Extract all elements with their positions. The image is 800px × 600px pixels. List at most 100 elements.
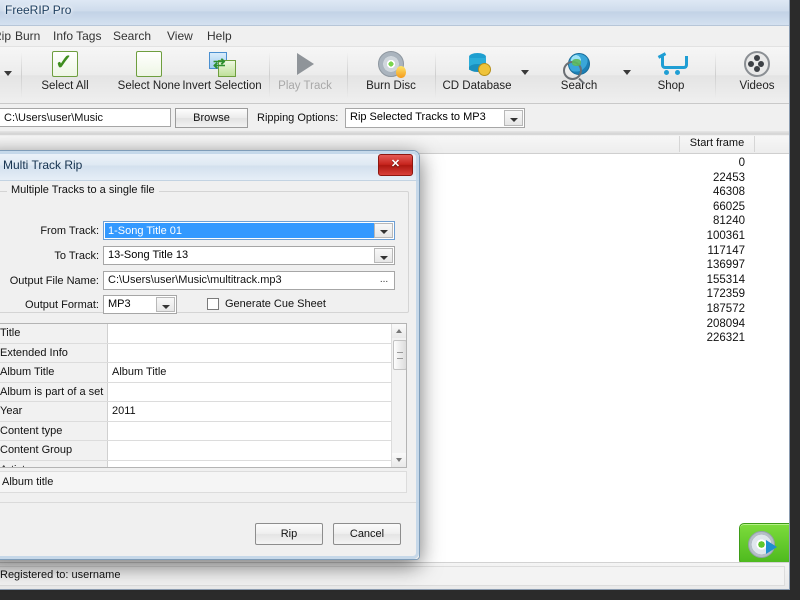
table-row[interactable]: Title (0, 324, 406, 344)
metadata-grid[interactable]: Title Extended Info Album Title Album Ti… (0, 323, 407, 468)
toolbar-button-invert-selection[interactable]: ⇄ Invert Selection (177, 49, 267, 92)
output-file-name-input[interactable]: C:\Users\user\Music\multitrack.mp3 ... (103, 271, 395, 290)
toolbar-label-play-track: Play Track (278, 80, 332, 92)
metadata-field-value[interactable] (108, 441, 392, 460)
metadata-field-name: Album is part of a set (0, 382, 108, 401)
metadata-field-value[interactable]: 2011 (108, 402, 392, 421)
toolbar-button-search[interactable]: Search (537, 49, 621, 92)
ripping-options-select[interactable]: Rip Selected Tracks to MP3 (345, 108, 525, 128)
start-frame-cell: 136997 (706, 259, 745, 272)
to-track-select[interactable]: 13-Song Title 13 (103, 246, 395, 265)
toolbar-button-cd-database[interactable]: CD Database (435, 49, 519, 92)
toolbar-overflow-chevron-down-icon[interactable] (4, 71, 12, 76)
start-frame-cell: 22453 (713, 171, 745, 184)
menu-item-rip[interactable]: Rip (0, 29, 11, 43)
from-track-label: From Track: (40, 225, 99, 237)
metadata-field-name: Content Group (0, 441, 108, 460)
close-icon[interactable]: ✕ (378, 154, 413, 176)
menu-item-view[interactable]: View (167, 29, 193, 43)
output-file-name-label: Output File Name: (9, 275, 99, 287)
toolbar-label-cd-database: CD Database (442, 80, 512, 92)
titlebar: FreeRIP Pro (0, 0, 789, 26)
screenshot-root: The Rock - FreeRIP Pro FreeRIP Pro Rip B… (0, 0, 800, 600)
menubar: Rip Burn Info Tags Search View Help (0, 26, 789, 47)
output-format-select[interactable]: MP3 (103, 295, 177, 314)
table-row[interactable]: Album is part of a set (0, 382, 406, 402)
invert-selection-icon: ⇄ (177, 49, 267, 79)
start-frame-cell: 226321 (706, 332, 745, 345)
statusbar: Registered to: username (0, 562, 789, 589)
table-row[interactable]: Album Title Album Title (0, 363, 406, 383)
metadata-field-value[interactable] (108, 343, 392, 362)
output-format-chevron-down-icon[interactable] (156, 297, 175, 312)
menu-item-help[interactable]: Help (207, 29, 232, 43)
start-frame-cell: 187572 (706, 302, 745, 315)
scrollbar-thumb[interactable] (393, 340, 406, 370)
output-file-browse-button[interactable]: ... (376, 274, 392, 288)
dialog-titlebar: Multi Track Rip ✕ (0, 151, 419, 181)
generate-cue-sheet-checkbox[interactable] (207, 298, 219, 310)
toolbar-button-burn-disc[interactable]: Burn Disc (349, 49, 433, 92)
ripping-options-value: Rip Selected Tracks to MP3 (350, 111, 486, 123)
window-title: FreeRIP Pro (5, 3, 72, 17)
rip-cd-button[interactable] (739, 523, 789, 565)
column-header-start-frame[interactable]: Start frame (679, 136, 755, 152)
metadata-field-value[interactable]: Album Title (108, 363, 392, 382)
table-row[interactable]: Content type (0, 421, 406, 441)
ripping-options-chevron-down-icon[interactable] (504, 110, 523, 126)
scroll-down-icon[interactable] (392, 453, 406, 467)
output-file-name-value: C:\Users\user\Music\multitrack.mp3 (108, 274, 282, 286)
toolbar-label-shop: Shop (657, 80, 685, 92)
from-track-chevron-down-icon[interactable] (374, 223, 393, 238)
rip-button[interactable]: Rip (255, 523, 323, 545)
metadata-field-name: Artist (0, 460, 108, 467)
table-row[interactable]: Artist (0, 460, 406, 467)
dialog-footer: Rip Cancel (0, 502, 419, 559)
toolbar-label-select-all: Select All (41, 80, 89, 92)
start-frame-column: 0 22453 46308 66025 81240 100361 117147 … (659, 156, 745, 346)
from-track-value: 1-Song Title 01 (105, 223, 375, 238)
checkbox-checked-icon: ✓ (23, 49, 107, 79)
multi-track-rip-dialog: Multi Track Rip ✕ Multiple Tracks to a s… (0, 150, 420, 560)
toolbar: ✓ Select All Select None ⇄ Invert Select… (0, 47, 789, 104)
metadata-field-value[interactable] (108, 421, 392, 440)
cart-icon (629, 49, 713, 79)
toolbar-button-shop[interactable]: Shop (629, 49, 713, 92)
start-frame-cell: 208094 (706, 317, 745, 330)
metadata-field-name: Title (0, 324, 108, 343)
table-row[interactable]: Year 2011 (0, 402, 406, 422)
toolbar-label-videos: Videos (739, 80, 775, 92)
cd-database-chevron-down-icon[interactable] (521, 70, 529, 75)
generate-cue-sheet-label: Generate Cue Sheet (225, 298, 326, 310)
output-path-input[interactable] (0, 108, 171, 127)
menu-item-info-tags[interactable]: Info Tags (53, 29, 101, 43)
table-row[interactable]: Content Group (0, 441, 406, 461)
start-frame-cell: 46308 (713, 186, 745, 199)
metadata-field-value[interactable] (108, 460, 392, 467)
to-track-label: To Track: (54, 250, 99, 262)
from-track-select[interactable]: 1-Song Title 01 (103, 221, 395, 240)
to-track-value: 13-Song Title 13 (108, 249, 189, 261)
metadata-field-name: Year (0, 402, 108, 421)
metadata-grid-scrollbar[interactable] (391, 324, 406, 467)
table-row[interactable]: Extended Info (0, 343, 406, 363)
to-track-chevron-down-icon[interactable] (374, 248, 393, 263)
toolbar-button-play-track[interactable]: Play Track (263, 49, 347, 92)
menu-item-burn[interactable]: Burn (15, 29, 40, 43)
menu-item-search[interactable]: Search (113, 29, 151, 43)
browse-button[interactable]: Browse (175, 108, 248, 128)
metadata-field-name: Content type (0, 421, 108, 440)
toolbar-button-select-all[interactable]: ✓ Select All (23, 49, 107, 92)
toolbar-button-videos[interactable]: Videos (715, 49, 789, 92)
field-description: Album title (0, 471, 407, 493)
metadata-field-name: Extended Info (0, 343, 108, 362)
toolbar-label-burn-disc: Burn Disc (366, 80, 416, 92)
dialog-title: Multi Track Rip (3, 158, 83, 172)
burn-disc-icon (349, 49, 433, 79)
scroll-up-icon[interactable] (392, 324, 406, 338)
cancel-button[interactable]: Cancel (333, 523, 401, 545)
metadata-field-value[interactable] (108, 382, 392, 401)
output-path-strip: Browse Ripping Options: Rip Selected Tra… (0, 104, 789, 135)
groupbox-title: Multiple Tracks to a single file (7, 184, 159, 196)
metadata-field-value[interactable] (108, 324, 392, 343)
